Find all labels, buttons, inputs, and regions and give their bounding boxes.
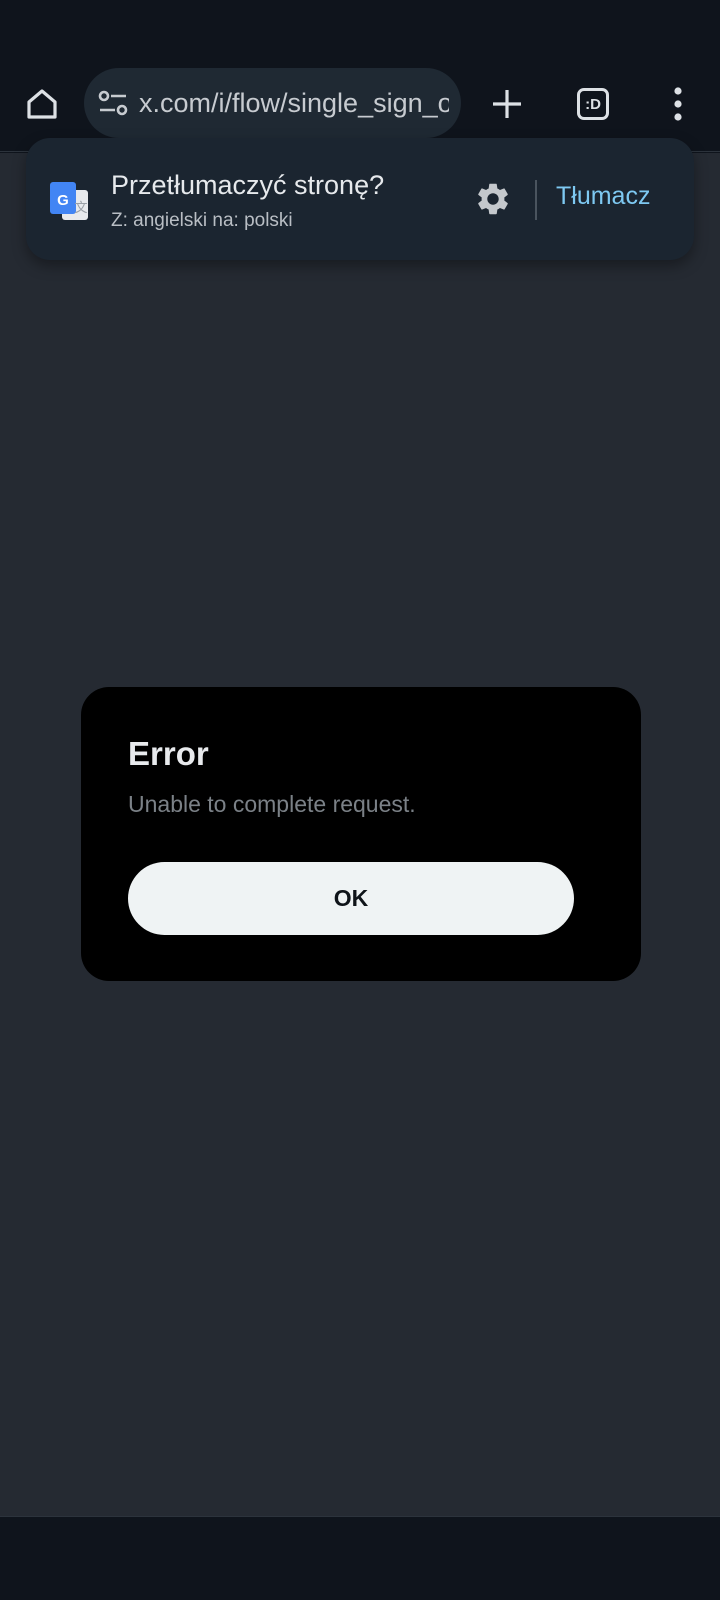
dialog-title: Error	[128, 735, 209, 772]
tab-switcher-button[interactable]: :D	[568, 79, 618, 129]
home-button[interactable]	[18, 80, 66, 128]
tab-switcher-icon: :D	[577, 88, 609, 120]
more-vert-icon	[674, 87, 682, 121]
browser-menu-button[interactable]	[654, 79, 702, 129]
system-navigation-bar	[0, 1516, 720, 1600]
plus-icon	[493, 90, 521, 118]
translate-button[interactable]: Tłumacz	[556, 182, 650, 211]
google-translate-icon: G 文	[50, 182, 88, 220]
translate-settings-button[interactable]	[472, 178, 514, 220]
new-tab-button[interactable]	[482, 79, 532, 129]
url-text[interactable]: x.com/i/flow/single_sign_on	[139, 68, 449, 138]
gear-icon	[478, 183, 508, 215]
ok-button[interactable]: OK	[128, 862, 574, 935]
error-dialog: Error Unable to complete request. OK	[81, 687, 641, 981]
translate-bar-divider	[535, 180, 537, 220]
translate-bar: G 文 Przetłumaczyć stronę? Z: angielski n…	[26, 138, 694, 260]
translate-language-pair: Z: angielski na: polski	[111, 210, 293, 231]
status-bar	[0, 0, 720, 60]
dialog-message: Unable to complete request.	[128, 791, 416, 817]
tune-icon[interactable]	[98, 89, 128, 117]
home-icon	[27, 89, 57, 119]
svg-text:G: G	[57, 192, 69, 209]
address-bar[interactable]: x.com/i/flow/single_sign_on	[84, 68, 461, 138]
svg-text:文: 文	[74, 201, 87, 216]
screen: x.com/i/flow/single_sign_on :D G 文 Przet…	[0, 0, 720, 1600]
translate-prompt-title: Przetłumaczyć stronę?	[111, 170, 385, 200]
tab-switcher-label: :D	[585, 95, 601, 113]
